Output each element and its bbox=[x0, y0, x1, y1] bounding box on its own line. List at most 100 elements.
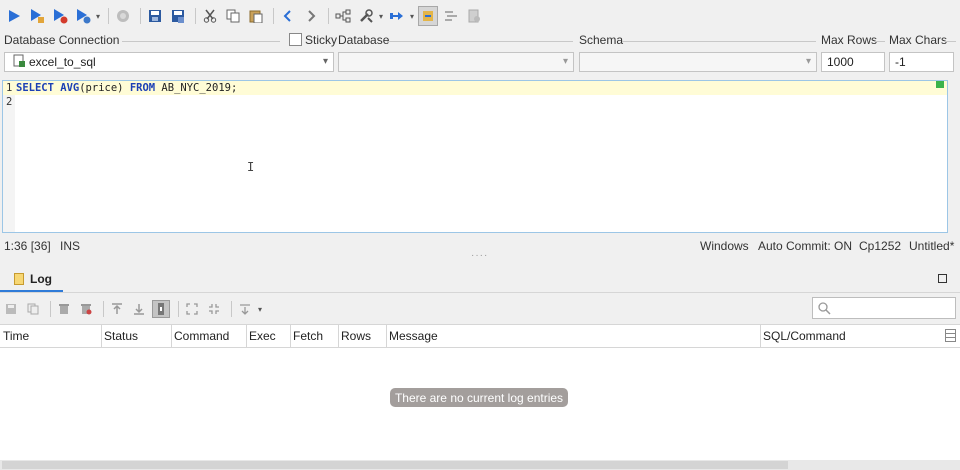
max-chars-input[interactable]: -1 bbox=[889, 52, 954, 72]
chevron-down-icon[interactable]: ▾ bbox=[379, 12, 383, 21]
text-cursor-icon: I bbox=[247, 160, 254, 174]
database-select[interactable]: ▾ bbox=[338, 52, 574, 72]
tab-log[interactable]: Log bbox=[0, 268, 63, 293]
empty-log-message: There are no current log entries bbox=[390, 388, 568, 407]
line-number: 2 bbox=[6, 95, 16, 109]
refresh-icon[interactable] bbox=[464, 6, 484, 26]
selected-connection: excel_to_sql bbox=[29, 55, 96, 69]
save-icon[interactable] bbox=[145, 6, 165, 26]
stop-icon[interactable] bbox=[113, 6, 133, 26]
run-statement-icon[interactable] bbox=[27, 6, 47, 26]
chevron-down-icon[interactable]: ▾ bbox=[806, 56, 811, 67]
divider bbox=[387, 41, 573, 42]
tools-icon[interactable] bbox=[356, 6, 376, 26]
log-icon bbox=[14, 273, 24, 285]
file-name: Untitled* bbox=[909, 239, 954, 253]
connection-select[interactable]: excel_to_sql ▾ bbox=[4, 52, 334, 72]
sql-keyword: SELECT bbox=[16, 82, 54, 94]
column-header-fetch[interactable]: Fetch bbox=[290, 325, 339, 348]
divider bbox=[112, 41, 280, 42]
scrollbar-thumb[interactable] bbox=[2, 461, 788, 469]
editor-line[interactable]: 1 SELECT AVG(price) FROM AB_NYC_2019; bbox=[3, 81, 947, 95]
save-log-icon[interactable] bbox=[2, 300, 20, 318]
max-rows-label: Max Rows bbox=[821, 33, 880, 47]
expand-icon[interactable] bbox=[183, 300, 201, 318]
toolbar-separator bbox=[273, 8, 274, 24]
divider bbox=[0, 292, 960, 293]
schema-select[interactable]: ▾ bbox=[579, 52, 817, 72]
log-search-input[interactable] bbox=[812, 297, 956, 319]
run-icon[interactable] bbox=[4, 6, 24, 26]
line-endings: Windows bbox=[700, 239, 749, 253]
column-header-rows[interactable]: Rows bbox=[338, 325, 387, 348]
database-connection-label: Database Connection bbox=[4, 33, 122, 47]
run-with-stop-icon[interactable] bbox=[50, 6, 70, 26]
column-header-command[interactable]: Command bbox=[171, 325, 247, 348]
max-rows-input[interactable]: 1000 bbox=[821, 52, 885, 72]
column-header-time[interactable]: Time bbox=[0, 325, 102, 348]
cursor-position: 1:36 [36] bbox=[4, 239, 51, 253]
column-chooser-icon[interactable] bbox=[945, 329, 956, 342]
schema-label: Schema bbox=[579, 33, 626, 47]
maximize-icon[interactable] bbox=[938, 274, 947, 283]
connection-controls: excel_to_sql ▾ ▾ ▾ 1000 -1 bbox=[0, 52, 960, 72]
sql-editor[interactable]: 1 SELECT AVG(price) FROM AB_NYC_2019; 2 … bbox=[2, 80, 948, 233]
status-marker bbox=[936, 81, 944, 88]
insert-mode: INS bbox=[60, 239, 80, 253]
auto-commit-status[interactable]: Auto Commit: ON bbox=[758, 239, 852, 253]
chevron-down-icon[interactable]: ▾ bbox=[563, 56, 568, 67]
toolbar-separator bbox=[103, 301, 104, 317]
search-icon bbox=[817, 301, 831, 318]
filter-icon[interactable] bbox=[236, 300, 254, 318]
toolbar-separator bbox=[50, 301, 51, 317]
editor-line[interactable]: 2 bbox=[3, 95, 947, 109]
collapse-icon[interactable] bbox=[205, 300, 223, 318]
connection-labels: Database Connection Sticky Database Sche… bbox=[0, 33, 960, 49]
toolbar-separator bbox=[195, 8, 196, 24]
log-table-header: Time Status Command Exec Fetch Rows Mess… bbox=[0, 324, 960, 348]
highlight-icon[interactable] bbox=[418, 6, 438, 26]
column-header-exec[interactable]: Exec bbox=[246, 325, 291, 348]
toolbar-separator bbox=[108, 8, 109, 24]
lock-scroll-icon[interactable] bbox=[152, 300, 170, 318]
divider bbox=[944, 41, 956, 42]
execute-icon[interactable] bbox=[387, 6, 407, 26]
format-icon[interactable] bbox=[441, 6, 461, 26]
main-toolbar: ▾ ▾ ▾ bbox=[0, 0, 960, 32]
column-header-message[interactable]: Message bbox=[386, 325, 761, 348]
divider bbox=[622, 41, 816, 42]
forward-icon[interactable] bbox=[301, 6, 321, 26]
back-icon[interactable] bbox=[278, 6, 298, 26]
column-header-status[interactable]: Status bbox=[101, 325, 172, 348]
sql-function: AVG bbox=[60, 82, 79, 94]
chevron-down-icon[interactable]: ▾ bbox=[258, 305, 262, 314]
save-as-icon[interactable] bbox=[168, 6, 188, 26]
chevron-down-icon[interactable]: ▾ bbox=[323, 56, 328, 67]
sticky-checkbox[interactable] bbox=[289, 33, 302, 46]
column-header-sql-command[interactable]: SQL/Command bbox=[760, 325, 942, 348]
chevron-down-icon[interactable]: ▾ bbox=[410, 12, 414, 21]
delete-icon[interactable] bbox=[55, 300, 73, 318]
chevron-down-icon[interactable]: ▾ bbox=[96, 12, 100, 21]
tab-log-label: Log bbox=[30, 272, 52, 286]
divider bbox=[875, 41, 885, 42]
paste-icon[interactable] bbox=[246, 6, 266, 26]
sql-code: SELECT AVG(price) FROM AB_NYC_2019; bbox=[16, 81, 237, 95]
toolbar-separator bbox=[231, 301, 232, 317]
sql-table: AB_NYC_2019; bbox=[155, 82, 237, 94]
sql-args: (price) bbox=[79, 82, 130, 94]
cut-icon[interactable] bbox=[200, 6, 220, 26]
sticky-label: Sticky bbox=[305, 33, 340, 47]
delete-all-icon[interactable] bbox=[77, 300, 95, 318]
database-label: Database bbox=[338, 33, 392, 47]
copy-icon[interactable] bbox=[223, 6, 243, 26]
scroll-top-icon[interactable] bbox=[108, 300, 126, 318]
splitter-handle[interactable]: ···· bbox=[471, 250, 488, 261]
database-icon bbox=[13, 54, 25, 70]
scroll-bottom-icon[interactable] bbox=[130, 300, 148, 318]
structure-icon[interactable] bbox=[333, 6, 353, 26]
max-chars-label: Max Chars bbox=[889, 33, 950, 47]
explain-icon[interactable] bbox=[73, 6, 93, 26]
copy-log-icon[interactable] bbox=[24, 300, 42, 318]
sql-keyword: FROM bbox=[130, 82, 155, 94]
